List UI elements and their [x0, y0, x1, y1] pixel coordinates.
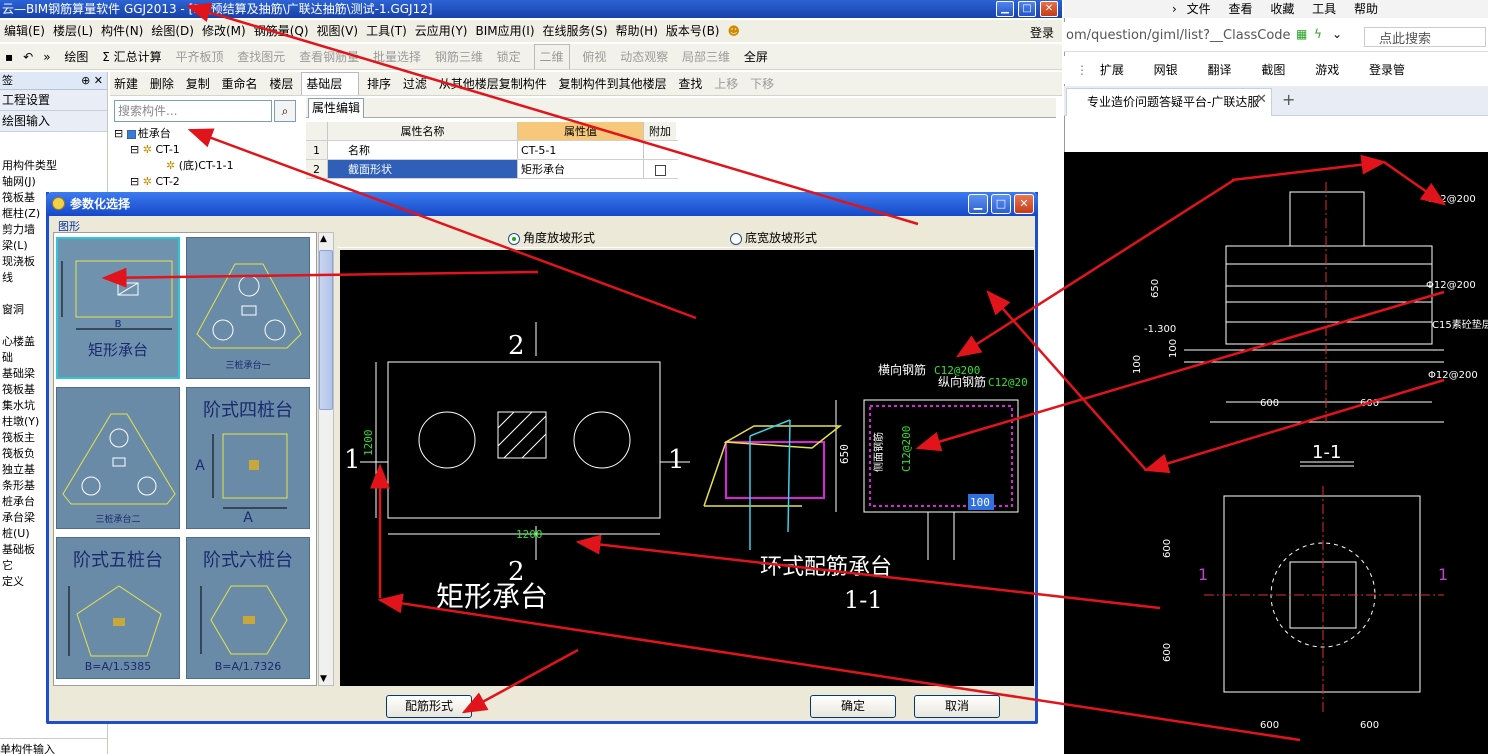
annotation-arrow	[915, 290, 1445, 452]
annotation-arrow	[377, 593, 1301, 742]
annotation-overlay	[101, 2, 1447, 742]
annotation-arrow	[187, 128, 697, 320]
annotation-arrow	[1383, 160, 1447, 206]
annotation-arrow	[955, 178, 1235, 358]
annotation-arrow	[1231, 154, 1387, 182]
annotation-arrow	[1143, 378, 1445, 474]
annotation-arrow	[185, 2, 919, 226]
annotation-arrow	[101, 267, 539, 288]
annotation-arrow	[575, 534, 1161, 610]
annotation-arrow	[986, 290, 1147, 471]
annotation-arrow	[461, 648, 579, 714]
